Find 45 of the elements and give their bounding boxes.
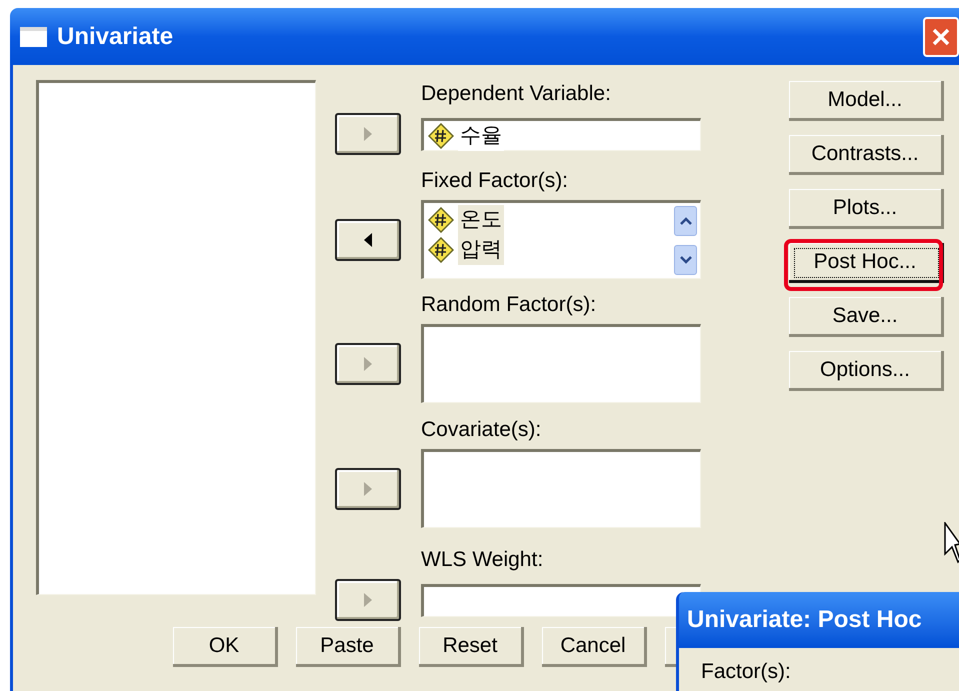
numeric-variable-icon — [428, 207, 454, 233]
dialog-button[interactable]: Contrasts... — [789, 135, 944, 175]
move-arrow-button[interactable] — [335, 113, 401, 155]
close-icon — [931, 26, 951, 46]
field-label: Fixed Factor(s): — [421, 168, 568, 194]
numeric-variable-icon — [428, 237, 454, 263]
factors-label: Factor(s): — [701, 660, 791, 684]
window-title: Univariate — [57, 22, 174, 52]
dialog-button[interactable]: Post Hoc... — [789, 243, 944, 283]
left-triangle-icon — [364, 232, 372, 246]
move-arrow-button[interactable] — [335, 342, 401, 384]
variable-listbox[interactable]: 온도 압력 — [421, 200, 701, 279]
mouse-pointer-icon — [944, 522, 959, 566]
dialog-button[interactable]: OK — [173, 627, 278, 667]
chevron-up-icon — [680, 217, 692, 225]
right-triangle-icon — [364, 127, 372, 141]
dialog-title: Univariate: Post Hoc — [687, 605, 922, 635]
right-triangle-icon — [364, 356, 372, 370]
variable-field[interactable] — [421, 324, 701, 403]
variable-field[interactable]: 수율 — [421, 118, 701, 150]
right-triangle-icon — [364, 593, 372, 607]
field-label: Dependent Variable: — [421, 81, 611, 107]
window-icon — [20, 26, 47, 46]
dialog-button[interactable]: Options... — [789, 351, 944, 391]
close-button[interactable] — [923, 16, 959, 56]
dialog-button[interactable]: Save... — [789, 297, 944, 337]
variable-name[interactable]: 온도 — [458, 205, 504, 235]
dialog-button[interactable]: Reset — [419, 627, 524, 667]
variable-field[interactable] — [421, 449, 701, 528]
dialog-button[interactable]: Paste — [296, 627, 401, 667]
move-arrow-button[interactable] — [335, 579, 401, 621]
move-arrow-button[interactable] — [335, 218, 401, 260]
field-label: WLS Weight: — [421, 547, 544, 573]
move-arrow-button[interactable] — [335, 468, 401, 510]
dialog-button[interactable]: Model... — [789, 81, 944, 121]
scroll-up-button[interactable] — [674, 206, 697, 236]
numeric-variable-icon — [428, 122, 454, 148]
dialog-button[interactable]: Plots... — [789, 189, 944, 229]
field-label: Covariate(s): — [421, 417, 542, 443]
field-label: Random Factor(s): — [421, 292, 596, 318]
right-triangle-icon — [364, 482, 372, 496]
dialog-button[interactable]: Cancel — [542, 627, 647, 667]
scroll-down-button[interactable] — [674, 245, 697, 275]
chevron-down-icon — [680, 256, 692, 264]
variable-name[interactable]: 압력 — [458, 235, 504, 265]
